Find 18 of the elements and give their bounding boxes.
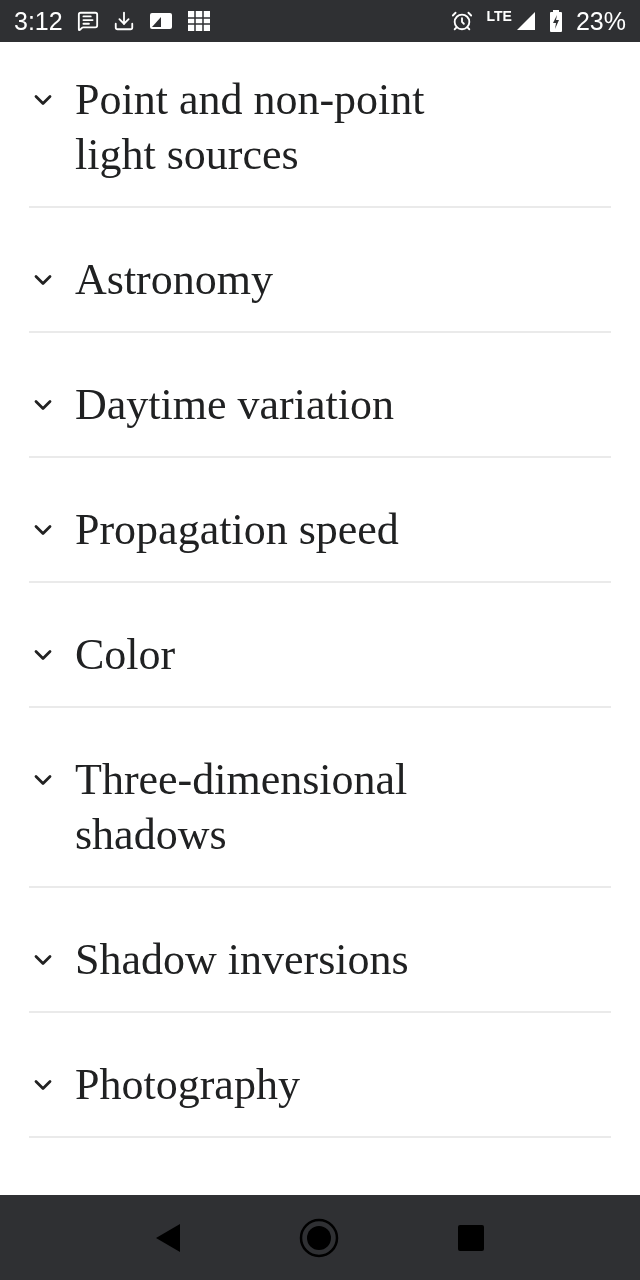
grid-icon xyxy=(186,10,211,32)
message-icon xyxy=(76,10,99,32)
battery-icon xyxy=(549,10,562,32)
section-heading[interactable]: Daytime variation xyxy=(75,377,394,432)
section-heading[interactable]: Three-dimensional shadows xyxy=(75,752,475,862)
image-icon xyxy=(148,11,173,31)
section-heading[interactable]: Shadow inversions xyxy=(75,932,409,987)
network-label: LTE xyxy=(486,8,512,24)
section-heading[interactable]: Astronomy xyxy=(75,252,273,307)
section-heading[interactable]: Propagation speed xyxy=(75,502,399,557)
section-heading[interactable]: Photography xyxy=(75,1057,300,1112)
clock-time: 3:12 xyxy=(14,6,63,36)
battery-percent: 23% xyxy=(575,6,626,36)
alarm-icon xyxy=(450,10,473,32)
section-heading[interactable]: Color xyxy=(75,627,176,682)
section-heading[interactable]: Point and non-point light sources xyxy=(75,72,475,182)
signal-icon xyxy=(515,11,536,31)
download-icon xyxy=(112,10,135,32)
